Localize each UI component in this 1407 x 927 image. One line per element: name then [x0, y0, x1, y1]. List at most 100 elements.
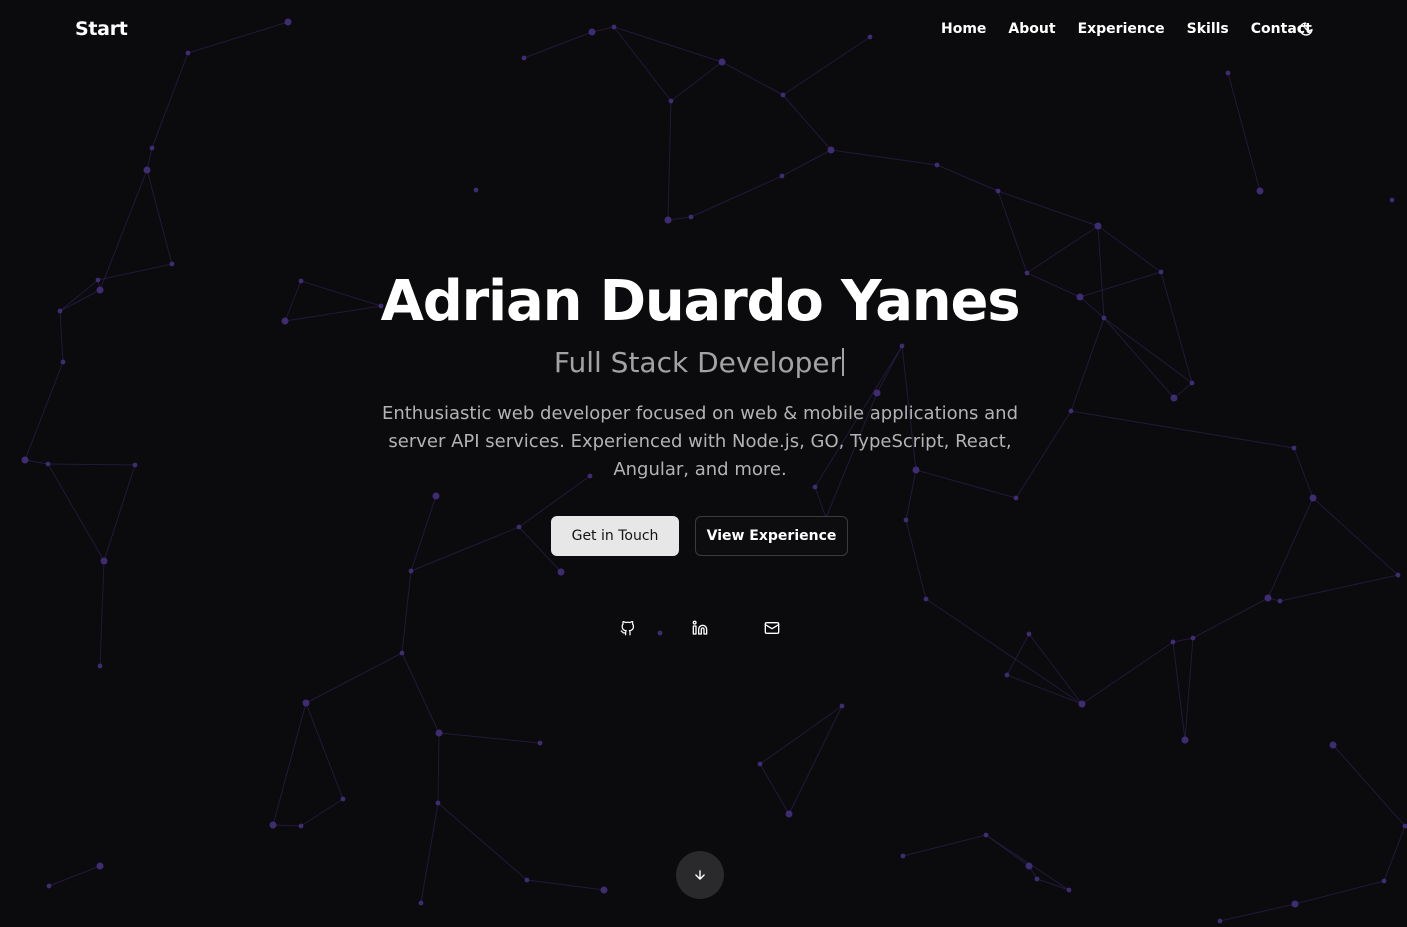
network-line	[690, 175, 783, 218]
network-line	[99, 560, 105, 667]
typing-caret	[842, 348, 845, 376]
network-line	[272, 702, 307, 826]
network-node	[1170, 639, 1176, 645]
nav-item-about[interactable]: About	[997, 20, 1066, 38]
network-node	[1256, 187, 1264, 195]
network-node	[934, 162, 940, 168]
network-node	[418, 900, 424, 906]
network-node	[668, 98, 674, 104]
network-line	[48, 865, 101, 887]
network-line	[997, 190, 1099, 227]
network-line	[1332, 744, 1406, 827]
network-node	[1004, 672, 1010, 678]
main-nav: Home About Experience Skills Contact	[930, 20, 1323, 38]
network-line	[1081, 641, 1174, 705]
network-node	[1329, 741, 1337, 749]
network-node	[524, 877, 530, 883]
network-line	[438, 732, 541, 744]
network-node	[1264, 594, 1272, 602]
network-line	[788, 705, 843, 815]
network-line	[1015, 410, 1072, 499]
network-node	[1170, 394, 1178, 402]
network-node	[903, 517, 909, 523]
network-node	[298, 823, 304, 829]
network-line	[759, 705, 843, 765]
network-line	[272, 824, 302, 827]
mail-icon	[764, 622, 780, 634]
network-line	[985, 834, 1070, 891]
network-line	[1173, 382, 1193, 399]
network-line	[1006, 633, 1030, 676]
network-line	[925, 598, 1083, 705]
network-node	[96, 862, 104, 870]
network-line	[1293, 447, 1314, 499]
network-node	[1066, 887, 1072, 893]
network-line	[782, 94, 832, 151]
network-line	[1219, 903, 1296, 922]
network-node	[1225, 70, 1231, 76]
network-node	[983, 832, 989, 838]
network-node	[143, 166, 151, 174]
network-node	[923, 596, 929, 602]
email-link[interactable]	[762, 618, 782, 638]
network-node	[785, 810, 793, 818]
theme-toggle-button[interactable]	[1295, 18, 1317, 40]
network-node	[1078, 700, 1086, 708]
network-node	[780, 92, 786, 98]
network-line	[24, 459, 49, 465]
network-line	[1172, 637, 1194, 643]
nav-item-home[interactable]: Home	[930, 20, 997, 38]
network-line	[151, 52, 189, 149]
network-node	[1309, 494, 1317, 502]
network-node	[757, 761, 763, 767]
network-line	[1172, 641, 1186, 741]
network-node	[779, 173, 785, 179]
network-node	[1094, 222, 1102, 230]
nav-item-experience[interactable]: Experience	[1067, 20, 1176, 38]
network-line	[997, 190, 1028, 274]
hero-role-line: Full Stack Developer	[0, 344, 1398, 382]
network-node	[664, 216, 672, 224]
scroll-down-button[interactable]	[676, 851, 724, 899]
brand-logo[interactable]: Start	[75, 18, 128, 40]
network-line	[1312, 497, 1399, 576]
network-node	[1013, 495, 1019, 501]
network-node	[657, 630, 663, 636]
network-node	[399, 650, 405, 656]
network-line	[721, 61, 784, 96]
network-line	[759, 763, 790, 815]
github-link[interactable]	[617, 618, 637, 638]
network-node	[900, 853, 906, 859]
network-node	[1025, 862, 1033, 870]
hero-name: Adrian Duardo Yanes	[380, 269, 1021, 334]
network-node	[1395, 572, 1401, 578]
linkedin-icon	[692, 620, 708, 635]
network-node	[45, 461, 51, 467]
network-node	[557, 568, 565, 576]
view-experience-button[interactable]: View Experience	[695, 516, 848, 556]
network-node	[432, 492, 440, 500]
linkedin-link[interactable]	[690, 618, 710, 638]
network-node	[340, 796, 346, 802]
network-line	[1267, 497, 1314, 599]
network-line	[47, 463, 136, 466]
network-node	[516, 524, 522, 530]
network-node	[1277, 598, 1283, 604]
nav-item-skills[interactable]: Skills	[1176, 20, 1240, 38]
network-node	[688, 214, 694, 220]
network-node	[169, 261, 175, 267]
network-line	[670, 61, 723, 102]
site-header: Start Home About Experience Skills Conta…	[0, 0, 1407, 60]
network-line	[401, 652, 440, 734]
network-node	[1217, 918, 1223, 924]
network-line	[437, 732, 440, 804]
network-line	[410, 526, 520, 572]
network-node	[1190, 635, 1196, 641]
network-line	[1026, 225, 1099, 274]
get-in-touch-button[interactable]: Get in Touch	[551, 516, 679, 556]
network-line	[781, 149, 832, 177]
github-icon	[620, 620, 634, 635]
network-node	[537, 740, 543, 746]
network-node	[269, 821, 277, 829]
network-node	[149, 145, 155, 151]
